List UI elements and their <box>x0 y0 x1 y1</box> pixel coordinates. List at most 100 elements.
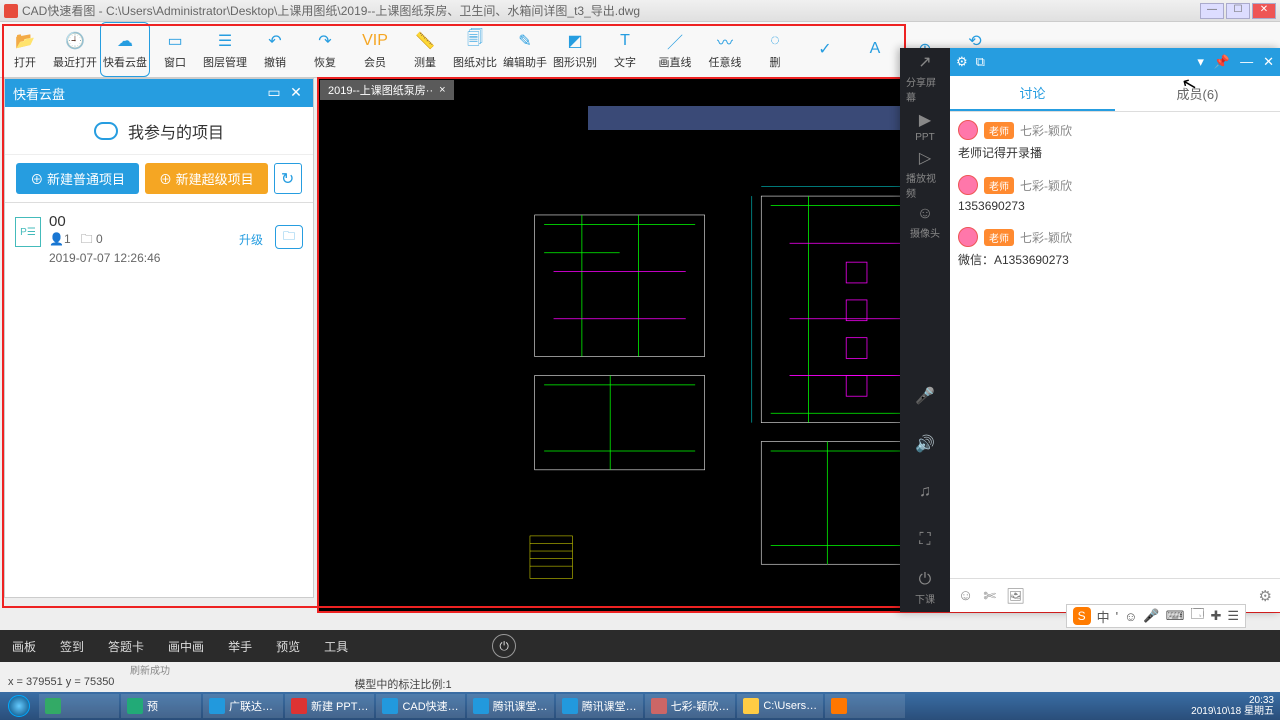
power-button[interactable]: ⏻ <box>492 634 516 658</box>
ribbon-最近打开[interactable]: 🕘最近打开 <box>50 22 100 77</box>
会员-icon: VIP <box>364 30 386 52</box>
chat-close-icon[interactable]: ✕ <box>1263 54 1274 70</box>
ribbon-icon[interactable]: ✓ <box>800 22 850 77</box>
ribbon-图纸对比[interactable]: 🗐图纸对比 <box>450 22 500 77</box>
ribbon-恢复[interactable]: ↷恢复 <box>300 22 350 77</box>
图层管理-icon: ☰ <box>214 30 236 52</box>
taskbar: 预广联达…新建 PPT…CAD快速…腾讯课堂…腾讯课堂…七彩-颖欣…C:\Use… <box>0 692 1280 720</box>
settings-icon[interactable]: ⚙ <box>1259 587 1272 605</box>
tab-members[interactable]: 成员(6) <box>1115 76 1280 111</box>
ime-item[interactable]: ' <box>1116 609 1118 624</box>
side-分享屏幕[interactable]: ↗分享屏幕 <box>906 58 944 98</box>
ribbon-快看云盘[interactable]: ☁快看云盘 <box>100 22 150 77</box>
恢复-icon: ↷ <box>314 30 336 52</box>
ribbon-窗口[interactable]: ▭窗口 <box>150 22 200 77</box>
taskbar-item[interactable]: 腾讯课堂… <box>467 694 554 718</box>
system-tray[interactable]: 20:33 2019\10\18 星期五 <box>1185 695 1280 717</box>
撤销-icon: ↶ <box>264 30 286 52</box>
taskbar-item[interactable]: 腾讯课堂… <box>556 694 643 718</box>
project-name: 00 <box>49 213 303 230</box>
tool-画板[interactable]: 画板 <box>12 638 36 655</box>
start-button[interactable] <box>0 692 38 720</box>
ribbon-会员[interactable]: VIP会员 <box>350 22 400 77</box>
chat-minimize-icon[interactable]: — <box>1240 54 1253 70</box>
pin-icon[interactable]: 📌 <box>1214 54 1230 70</box>
最近打开-icon: 🕘 <box>64 30 86 52</box>
taskbar-item[interactable] <box>825 694 905 718</box>
avatar <box>958 227 978 247</box>
dropdown-icon[interactable]: ▾ <box>1197 54 1204 70</box>
document-tab[interactable]: 2019--上课图纸泵房·· × <box>320 80 454 100</box>
cloud-close-icon[interactable]: ✕ <box>287 84 305 102</box>
side-播放视频[interactable]: ▷播放视频 <box>906 154 944 194</box>
ribbon-撤销[interactable]: ↶撤销 <box>250 22 300 77</box>
ribbon-测量[interactable]: 📏测量 <box>400 22 450 77</box>
ime-bar[interactable]: S 中'☺🎤⌨🗔✚☰ <box>1066 604 1246 628</box>
cloud-pin-icon[interactable]: ▭ <box>265 84 283 102</box>
ribbon-任意线[interactable]: 〰任意线 <box>700 22 750 77</box>
编辑助手-icon: ✎ <box>514 30 536 52</box>
taskbar-item[interactable]: 新建 PPT… <box>285 694 374 718</box>
ribbon-图形识别[interactable]: ◩图形识别 <box>550 22 600 77</box>
maximize-button[interactable]: ☐ <box>1226 3 1250 19</box>
app-icon <box>4 4 18 18</box>
scissors-icon[interactable]: ✄ <box>983 587 996 605</box>
side-control-icon[interactable]: ⛶ <box>906 520 944 560</box>
new-normal-project-button[interactable]: ⊕ 新建普通项目 <box>16 163 139 194</box>
taskbar-item[interactable] <box>39 694 119 718</box>
打开-icon: 📂 <box>14 30 36 52</box>
side-摄像头[interactable]: ☺摄像头 <box>906 202 944 242</box>
teacher-badge: 老师 <box>984 177 1014 194</box>
ribbon-icon[interactable]: A <box>850 22 900 77</box>
teacher-badge: 老师 <box>984 229 1014 246</box>
taskbar-item[interactable]: 广联达… <box>203 694 283 718</box>
side-control-icon[interactable]: 🎤 <box>906 376 944 416</box>
ribbon-文字[interactable]: T文字 <box>600 22 650 77</box>
ribbon-图层管理[interactable]: ☰图层管理 <box>200 22 250 77</box>
tool-画中画[interactable]: 画中画 <box>168 638 204 655</box>
side-PPT[interactable]: ▶PPT <box>906 106 944 146</box>
tool-举手[interactable]: 举手 <box>228 638 252 655</box>
popout-icon[interactable]: ⧉ <box>976 54 985 70</box>
status-coords: x = 379551 y = 75350 <box>8 676 114 692</box>
ime-item[interactable]: ☺ <box>1124 609 1137 624</box>
ribbon-画直线[interactable]: ／画直线 <box>650 22 700 77</box>
open-folder-button[interactable]: 🗀 <box>275 225 303 249</box>
upgrade-link[interactable]: 升级 <box>239 231 263 248</box>
ribbon-删[interactable]: ◌删 <box>750 22 800 77</box>
taskbar-item[interactable]: C:\Users… <box>737 694 823 718</box>
tool-签到[interactable]: 签到 <box>60 638 84 655</box>
status-scale: 模型中的标注比例:1 <box>354 676 451 692</box>
tab-close-icon[interactable]: × <box>439 84 445 96</box>
taskbar-item[interactable]: 七彩-颖欣… <box>645 694 736 718</box>
refresh-button[interactable]: ↻ <box>274 163 302 194</box>
ribbon-打开[interactable]: 📂打开 <box>0 22 50 77</box>
ime-item[interactable]: ⌨ <box>1166 608 1185 624</box>
minimize-button[interactable]: — <box>1200 3 1224 19</box>
ime-item[interactable]: 🎤 <box>1143 608 1159 624</box>
side-control-icon[interactable]: ♫ <box>906 472 944 512</box>
taskbar-item[interactable]: 预 <box>121 694 201 718</box>
end-class-button[interactable]: ⏻下课 <box>906 568 944 608</box>
ime-item[interactable]: ☰ <box>1227 608 1239 624</box>
image-icon[interactable]: 🖼 <box>1006 587 1025 605</box>
close-button[interactable]: ✕ <box>1252 3 1276 19</box>
ime-item[interactable]: 🗔 <box>1190 605 1204 627</box>
taskbar-item[interactable]: CAD快速… <box>376 694 464 718</box>
emoji-icon[interactable]: ☺ <box>958 587 973 604</box>
tool-icon: ✓ <box>814 38 836 60</box>
gear-icon[interactable]: ⚙ <box>956 54 968 70</box>
ime-item[interactable]: ✚ <box>1210 608 1221 624</box>
project-item[interactable]: P☰ 00 👤1 🗀 0 2019-07-07 12:26:46 升级 🗀 <box>5 202 313 275</box>
chat-message: 老师七彩-颖欣老师记得开录播 <box>958 120 1272 161</box>
ribbon-编辑助手[interactable]: ✎编辑助手 <box>500 22 550 77</box>
tab-discussion[interactable]: 讨论 <box>950 76 1115 111</box>
tool-答题卡[interactable]: 答题卡 <box>108 638 144 655</box>
side-control-icon[interactable]: 🔊 <box>906 424 944 464</box>
ime-item[interactable]: 中 <box>1097 607 1110 626</box>
avatar <box>958 175 978 195</box>
new-super-project-button[interactable]: ⊕ 新建超级项目 <box>145 163 268 194</box>
图纸对比-icon: 🗐 <box>464 30 486 52</box>
tool-预览[interactable]: 预览 <box>276 638 300 655</box>
tool-工具[interactable]: 工具 <box>324 638 348 655</box>
